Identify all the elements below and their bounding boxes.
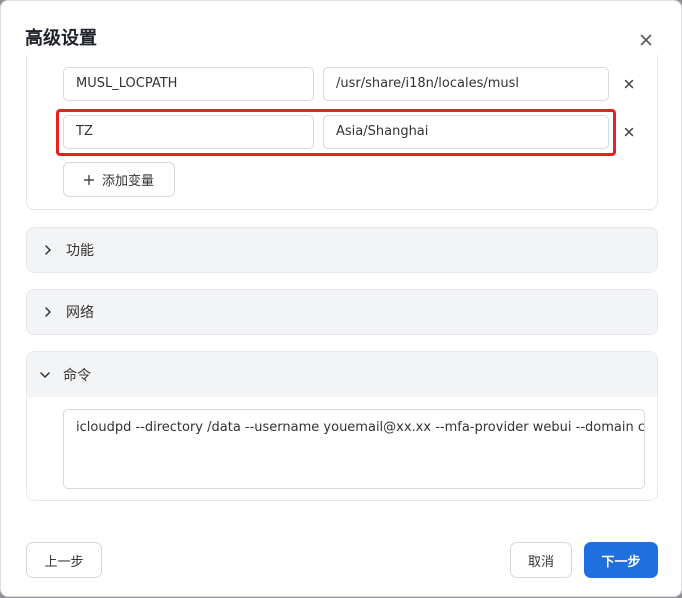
dialog-title: 高级设置 — [25, 28, 97, 49]
network-panel-label: 网络 — [66, 305, 94, 321]
remove-variable-button[interactable] — [621, 124, 637, 140]
next-step-button[interactable]: 下一步 — [584, 542, 658, 578]
add-variable-label: 添加变量 — [101, 174, 154, 189]
chevron-right-icon — [40, 242, 56, 258]
add-variable-button[interactable]: 添加变量 — [63, 162, 175, 197]
cancel-button[interactable]: 取消 — [510, 542, 572, 578]
features-panel-label: 功能 — [66, 243, 94, 259]
close-icon — [624, 79, 634, 89]
network-panel-header[interactable]: 网络 — [26, 289, 658, 335]
remove-variable-button[interactable] — [621, 76, 637, 92]
previous-step-button[interactable]: 上一步 — [26, 542, 102, 578]
features-panel-header[interactable]: 功能 — [26, 227, 658, 273]
chevron-down-icon — [37, 367, 53, 383]
highlight-annotation — [56, 109, 616, 156]
plus-icon — [83, 174, 94, 185]
command-textarea[interactable]: icloudpd --directory /data --username yo… — [63, 409, 645, 489]
command-panel-label: 命令 — [63, 367, 91, 384]
chevron-right-icon — [40, 304, 56, 320]
close-icon — [624, 127, 634, 137]
advanced-settings-dialog: 高级设置 MUSL_LOCPATH /usr/share/i18n/locale… — [0, 0, 682, 597]
command-panel-header[interactable]: 命令 — [27, 352, 657, 397]
env-key-input[interactable]: MUSL_LOCPATH — [63, 67, 314, 101]
command-panel: 命令 icloudpd --directory /data --username… — [26, 351, 658, 501]
close-icon — [640, 34, 652, 46]
close-dialog-button[interactable] — [635, 29, 657, 51]
env-value-input[interactable]: /usr/share/i18n/locales/musl — [323, 67, 609, 101]
